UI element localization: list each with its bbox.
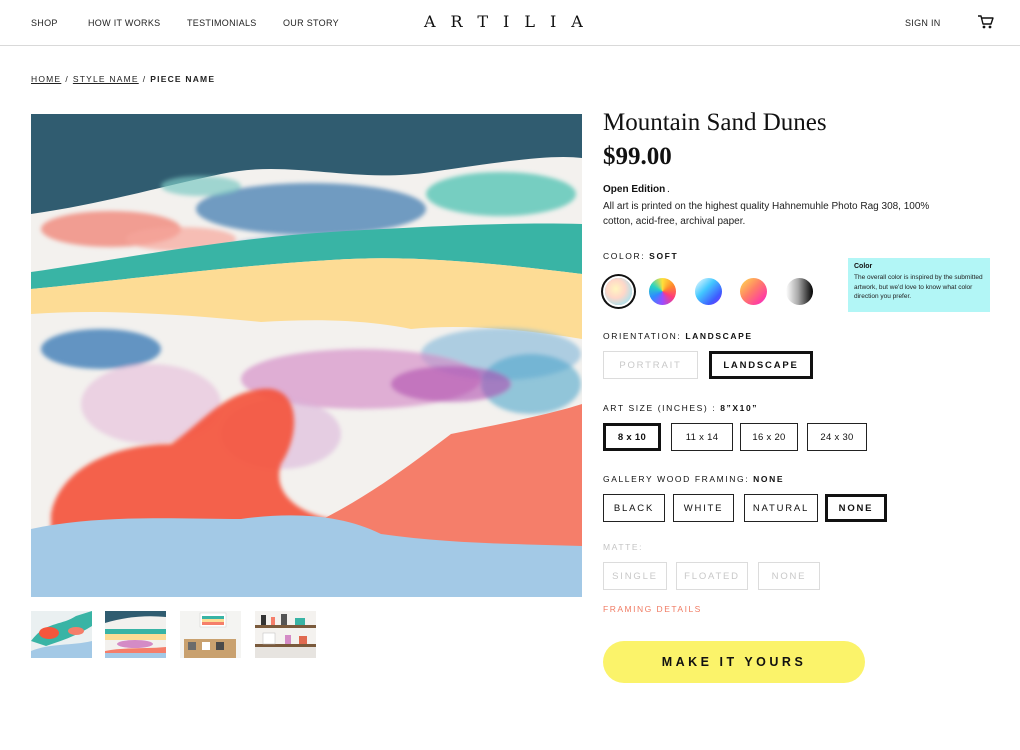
matte-none-button[interactable]: NONE xyxy=(758,562,820,590)
color-swatch-warm[interactable] xyxy=(740,278,767,305)
framing-label-text: GALLERY WOOD FRAMING: xyxy=(603,474,750,484)
product-description: All art is printed on the highest qualit… xyxy=(603,201,930,227)
nav-our-story[interactable]: OUR STORY xyxy=(283,18,339,28)
tooltip-title: Color xyxy=(854,263,873,270)
breadcrumb-current: PIECE NAME xyxy=(150,74,216,84)
size-selected-value: 8”x10” xyxy=(720,403,759,413)
color-tooltip: Color The overall color is inspired by t… xyxy=(848,258,990,312)
product-price: $99.00 xyxy=(603,143,672,170)
color-option-label: COLOR: SOFT xyxy=(603,251,678,261)
breadcrumb-home[interactable]: HOME xyxy=(31,74,61,84)
nav-testimonials[interactable]: TESTIMONIALS xyxy=(187,18,257,28)
orientation-selected-value: LANDSCAPE xyxy=(685,331,753,341)
framing-natural-button[interactable]: NATURAL xyxy=(744,494,818,522)
framing-white-button[interactable]: WHITE xyxy=(673,494,734,522)
color-swatch-soft[interactable] xyxy=(605,278,632,305)
tooltip-text: The overall color is inspired by the sub… xyxy=(854,274,983,300)
nav-how-it-works[interactable]: HOW IT WORKS xyxy=(88,18,160,28)
product-image xyxy=(31,114,582,597)
cart-icon[interactable] xyxy=(977,14,995,30)
make-it-yours-button[interactable]: MAKE IT YOURS xyxy=(603,641,865,683)
size-option-label: ART SIZE (INCHES) : 8”x10” xyxy=(603,403,758,413)
breadcrumb-separator: / xyxy=(142,74,147,84)
orientation-portrait-button[interactable]: PORTRAIT xyxy=(603,351,698,379)
thumbnail-3[interactable] xyxy=(180,611,241,658)
orientation-label-text: ORIENTATION: xyxy=(603,331,682,341)
breadcrumb-style[interactable]: STYLE NAME xyxy=(73,74,139,84)
color-label-text: COLOR: xyxy=(603,251,646,261)
framing-selected-value: NONE xyxy=(753,474,785,484)
site-header: SHOP HOW IT WORKS TESTIMONIALS OUR STORY… xyxy=(0,0,1020,46)
size-11x14-button[interactable]: 11 x 14 xyxy=(671,423,733,451)
size-24x30-button[interactable]: 24 x 30 xyxy=(807,423,867,451)
size-8x10-button[interactable]: 8 x 10 xyxy=(603,423,661,451)
size-label-text: ART SIZE (INCHES) : xyxy=(603,403,717,413)
framing-black-button[interactable]: BLACK xyxy=(603,494,665,522)
sign-in-link[interactable]: SIGN IN xyxy=(905,18,941,28)
framing-none-button[interactable]: NONE xyxy=(825,494,887,522)
size-16x20-button[interactable]: 16 x 20 xyxy=(740,423,798,451)
framing-details-link[interactable]: FRAMING DETAILS xyxy=(603,604,702,614)
color-swatch-mono[interactable] xyxy=(786,278,813,305)
edition-label: Open Edition xyxy=(603,184,666,195)
orientation-landscape-button[interactable]: LANDSCAPE xyxy=(709,351,813,379)
orientation-option-label: ORIENTATION: LANDSCAPE xyxy=(603,331,753,341)
artwork-illustration xyxy=(31,114,582,597)
site-logo[interactable]: ARTILIA xyxy=(424,12,598,31)
thumbnail-4[interactable] xyxy=(255,611,316,658)
matte-option-label: MATTE: xyxy=(603,542,644,552)
framing-option-label: GALLERY WOOD FRAMING: NONE xyxy=(603,474,784,484)
color-selected-value: SOFT xyxy=(649,251,679,261)
breadcrumb: HOME / STYLE NAME / PIECE NAME xyxy=(31,74,215,84)
thumbnail-1[interactable] xyxy=(31,611,92,658)
breadcrumb-separator: / xyxy=(65,74,69,84)
matte-floated-button[interactable]: FLOATED xyxy=(676,562,748,590)
nav-shop[interactable]: SHOP xyxy=(31,18,58,28)
edition-period: . xyxy=(667,184,670,195)
color-swatch-rainbow[interactable] xyxy=(649,278,676,305)
matte-single-button[interactable]: SINGLE xyxy=(603,562,667,590)
color-swatch-cool[interactable] xyxy=(695,278,722,305)
product-title: Mountain Sand Dunes xyxy=(603,109,827,136)
thumbnail-2[interactable] xyxy=(105,611,166,658)
